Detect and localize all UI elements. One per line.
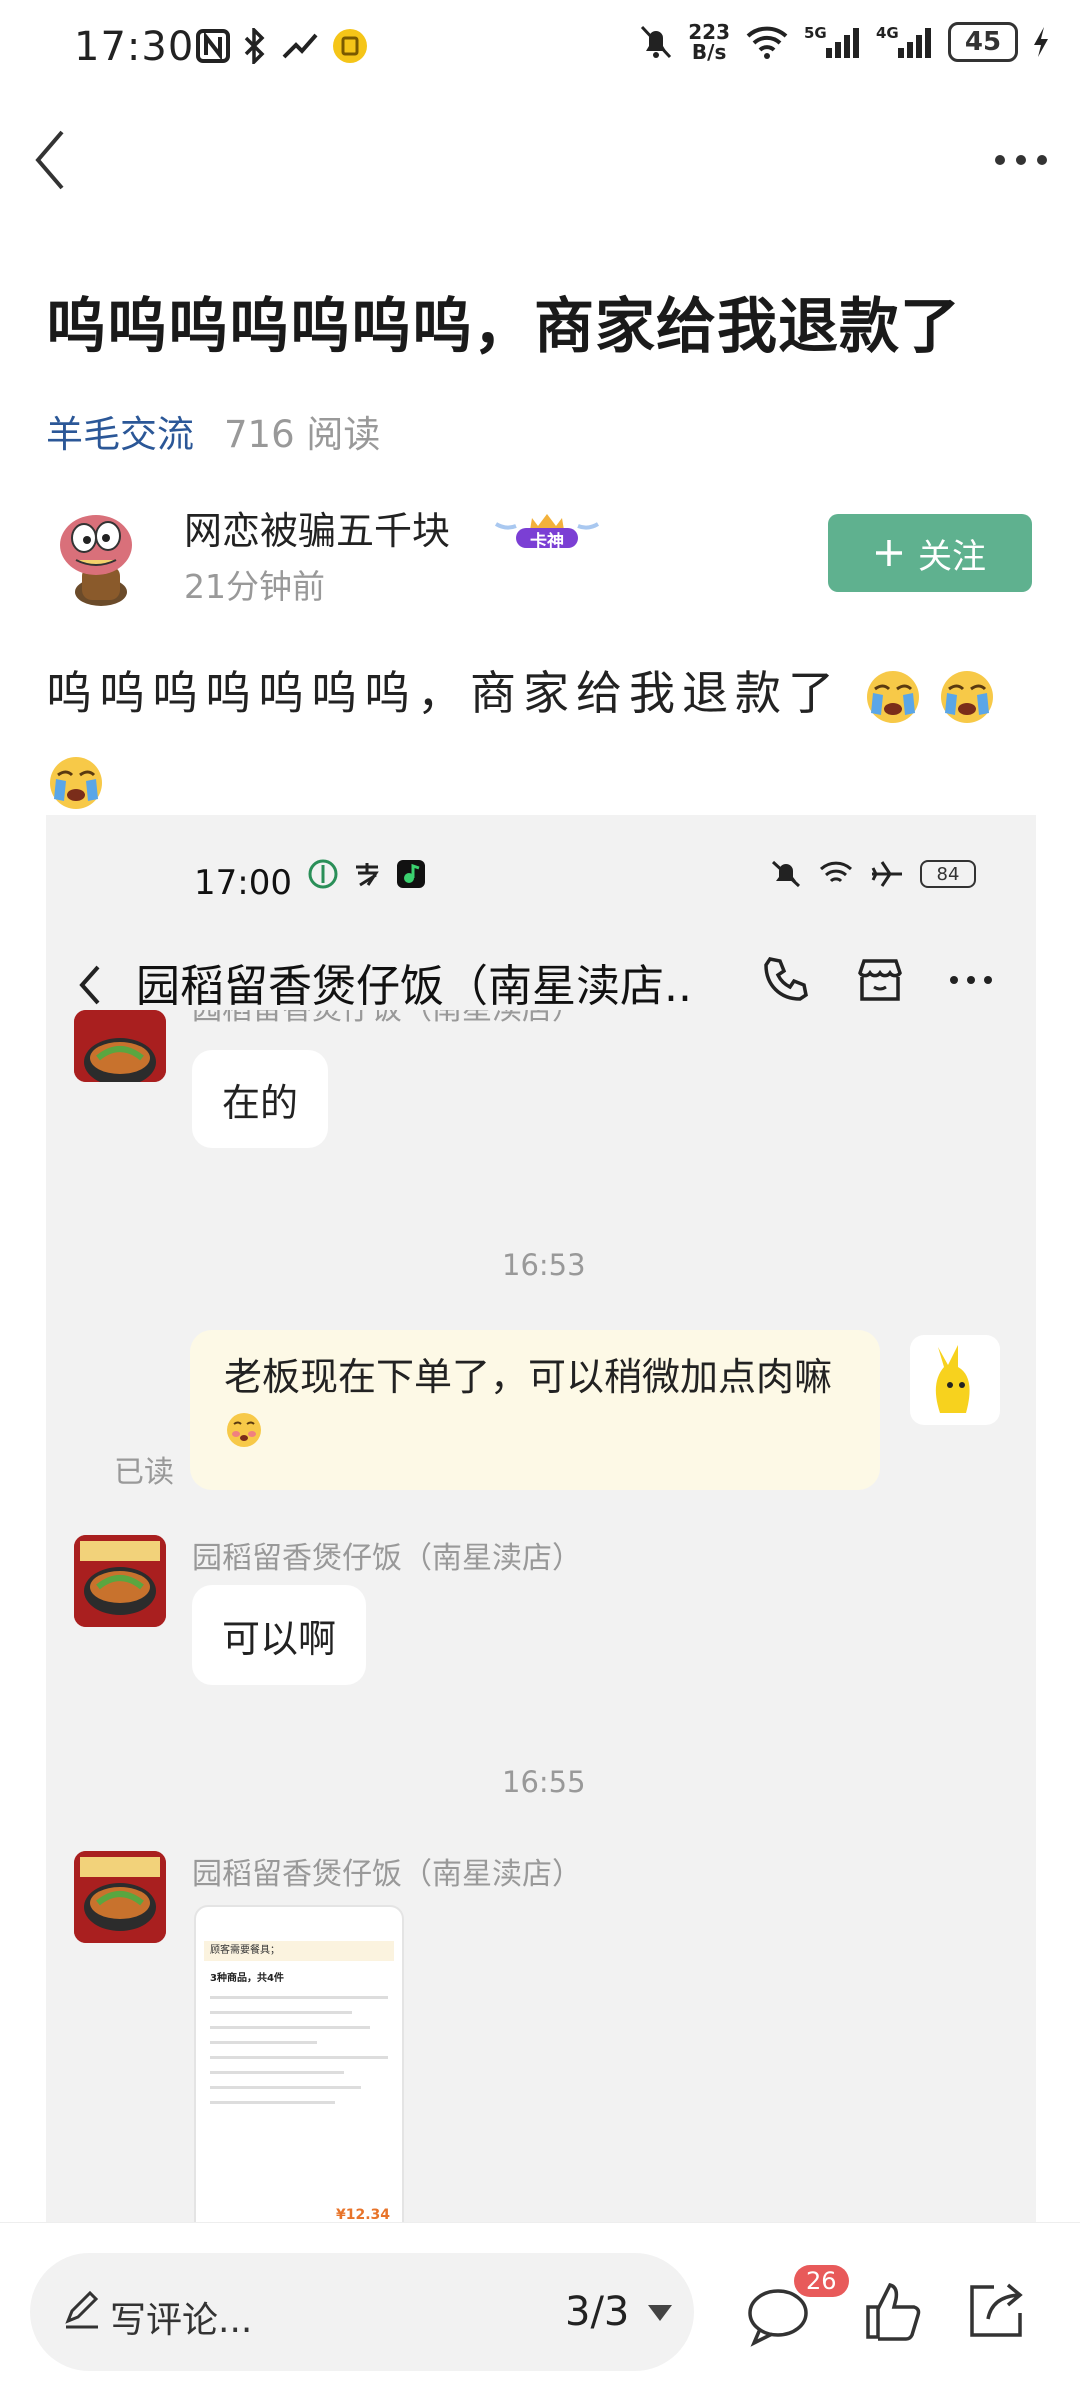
category-link[interactable]: 羊毛交流: [46, 404, 194, 458]
share-icon: [970, 2283, 1023, 2337]
user-badge: 卡神: [492, 508, 602, 552]
crying-emoji-icon: [866, 670, 919, 723]
comment-placeholder: 写评论...: [110, 2300, 253, 2341]
my-avatar: [910, 1335, 1000, 1425]
more-dots-icon: [995, 155, 1047, 165]
author-name[interactable]: 网恋被骗五千块: [184, 500, 450, 555]
image-status-right-icons: 84: [770, 859, 976, 889]
author-avatar[interactable]: [46, 500, 156, 610]
message-text: 老板现在下单了，可以稍微加点肉嘛: [224, 1355, 833, 1399]
image-battery: 84: [920, 860, 976, 888]
wifi-icon: [819, 861, 853, 883]
status-left-icons: [196, 28, 368, 64]
shop-name: 园稻留香煲仔饭（南星渎店）: [192, 1541, 582, 1576]
net-speed: 223 B/s: [688, 20, 730, 64]
post-title: 呜呜呜呜呜呜呜，商家给我退款了: [46, 292, 961, 362]
follow-button[interactable]: 关注: [828, 514, 1032, 592]
avatar-image: [60, 515, 132, 606]
shop-logo-image: [74, 1010, 166, 1082]
shop-avatar: [74, 1851, 166, 1943]
chat-bubble-merchant: 在的: [192, 1050, 329, 1148]
post-image[interactable]: 17:00 84 园稻留香煲仔饭（南星渎店.. 园稻留香煲仔饭（南星渎店） 在的…: [46, 815, 1036, 2225]
post-time: 21分钟前: [184, 567, 325, 606]
airplane-icon: [871, 861, 902, 887]
mute-icon: [771, 860, 801, 888]
post-body: 呜呜呜呜呜呜呜，商家给我退款了: [46, 650, 1046, 822]
chat-bubble-merchant: 可以啊: [192, 1585, 367, 1685]
plus-icon: [876, 540, 902, 566]
signal-wave-icon: [282, 33, 318, 59]
shop-logo-image: [74, 1851, 166, 1943]
order-receipt-image: 顾客需要餐具； 3种商品，共4件 ¥12.34: [194, 1905, 404, 2225]
read-status: 已读: [114, 1455, 174, 1490]
notification-app-icon: [333, 29, 367, 63]
message-text: 在的: [222, 1080, 299, 1125]
comment-input[interactable]: 写评论... 3/3: [30, 2253, 694, 2371]
image-status-left-icons: [308, 859, 426, 889]
chat-title: 园稻留香煲仔饭（南星渎店..: [136, 961, 692, 1012]
battery-indicator: 45: [948, 22, 1018, 62]
receipt-lines: [210, 1996, 388, 2104]
chevron-left-icon: [79, 965, 100, 1005]
nfc-icon: [196, 29, 230, 63]
back-button[interactable]: [24, 120, 80, 200]
more-options-button[interactable]: [986, 130, 1056, 190]
read-count: 716 阅读: [224, 413, 381, 456]
message-text: 可以啊: [222, 1616, 337, 1661]
post-body-text: 呜呜呜呜呜呜呜，商家给我退款了: [46, 666, 841, 720]
status-right-icons: 223 B/s 5G 4G 45: [638, 22, 1050, 62]
crying-emoji-icon: [940, 670, 993, 723]
shop-avatar: [74, 1010, 166, 1082]
page-indicator[interactable]: 3/3: [565, 2289, 629, 2335]
store-icon: [858, 959, 902, 1001]
charging-icon: [1034, 27, 1048, 57]
post-meta: 羊毛交流 716 阅读: [46, 404, 380, 458]
follow-label: 关注: [918, 536, 986, 577]
chevron-left-icon: [35, 130, 64, 190]
caret-down-icon[interactable]: [646, 2303, 674, 2323]
status-bar: 17:30 223 B/s 5G 4G 45: [0, 0, 1080, 100]
signal-5g-icon: 5G: [804, 24, 859, 58]
wifi-icon: [746, 26, 788, 59]
bluetooth-icon: [244, 28, 265, 64]
receipt-title: 顾客需要餐具；: [204, 1941, 394, 1961]
crying-emoji-icon: [50, 756, 102, 809]
bottom-action-bar: 写评论... 3/3 26: [0, 2222, 1080, 2401]
image-status-time: 17:00: [194, 863, 292, 903]
svg-text:5G: 5G: [804, 24, 827, 42]
shop-name-cut: 园稻留香煲仔饭（南星渎店）: [192, 1010, 582, 1028]
svg-text:4G: 4G: [876, 24, 899, 42]
share-button[interactable]: [964, 2279, 1028, 2349]
alipay-icon: [356, 863, 379, 887]
status-time: 17:30: [74, 24, 195, 70]
like-button[interactable]: [860, 2279, 924, 2349]
avatar-image: [935, 1345, 970, 1413]
thumbs-up-icon: [866, 2282, 921, 2341]
app-logo-icon: [308, 859, 338, 889]
receipt-summary: 3种商品，共4件: [210, 1973, 284, 1984]
receipt-income: ¥12.34: [335, 2207, 390, 2223]
pencil-icon: [65, 2290, 99, 2329]
badge-label: 卡神: [530, 532, 564, 552]
music-app-icon: [397, 860, 425, 888]
chat-timestamp: 16:53: [502, 1248, 586, 1282]
phone-icon: [764, 957, 808, 1001]
mute-icon: [641, 25, 672, 59]
comment-bubble-icon: [748, 2289, 808, 2347]
shop-avatar: [74, 1535, 166, 1627]
blushing-emoji-icon: [227, 1412, 261, 1447]
chat-bubble-mine: 老板现在下单了，可以稍微加点肉嘛: [190, 1330, 880, 1490]
comment-count-badge: 26: [794, 2265, 849, 2297]
shop-logo-image: [74, 1535, 166, 1627]
shop-name: 园稻留香煲仔饭（南星渎店）: [192, 1857, 582, 1892]
more-dots-icon: [950, 976, 992, 984]
signal-4g-icon: 4G: [876, 24, 931, 58]
chat-timestamp: 16:55: [502, 1765, 586, 1799]
